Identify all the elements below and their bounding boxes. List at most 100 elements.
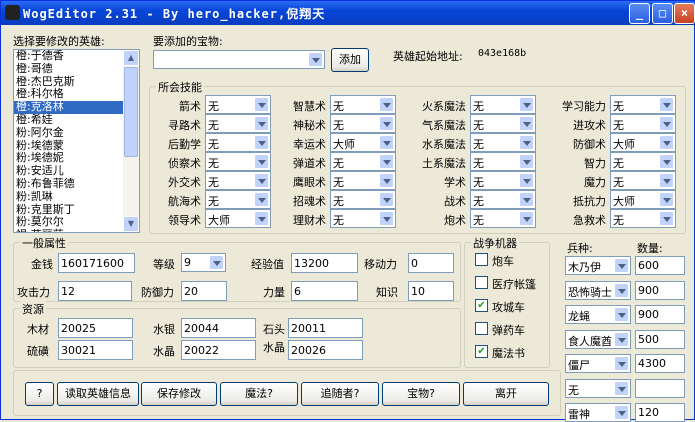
chevron-down-icon[interactable] [254,211,269,226]
skill-level-select[interactable]: 无 [470,133,536,152]
war-machine-checkbox[interactable] [475,322,488,335]
troop-type-select[interactable]: 食人魔酋 [565,329,631,349]
skill-level-select[interactable]: 无 [330,171,396,190]
chevron-down-icon[interactable] [614,405,629,420]
hero-listbox[interactable]: 橙:于德香 橙:哥德 橙:杰巴克斯 橙:科尔格 橙:克洛林 橙:希娃 粉:阿尔金 粉:埃德蒙粉… [13,49,140,233]
skill-level-select[interactable]: 无 [610,171,676,190]
add-treasure-button[interactable]: 添加 [331,48,369,72]
troop-type-select[interactable]: 龙蝇 [565,305,631,324]
scroll-up-icon[interactable]: ▲ [123,50,139,66]
skill-level-select[interactable]: 无 [205,95,271,114]
troop-type-select[interactable]: 僵尸 [565,354,631,373]
chevron-down-icon[interactable] [659,97,674,112]
help-button[interactable]: ? [25,382,54,406]
chevron-down-icon[interactable] [519,97,534,112]
chevron-down-icon[interactable] [254,135,269,150]
troop-count-field[interactable]: 500 [635,329,685,349]
troop-count-field[interactable]: 900 [635,280,685,300]
chevron-down-icon[interactable] [614,331,629,347]
treasure-select[interactable] [153,50,325,69]
read-hero-button[interactable]: 读取英雄信息 [57,382,139,406]
troop-count-field[interactable]: 900 [635,305,685,324]
troop-count-field[interactable]: 120 [635,403,685,422]
gems-field[interactable]: 20026 [288,340,363,360]
chevron-down-icon[interactable] [614,282,629,298]
attack-field[interactable]: 12 [58,281,132,301]
troop-count-field[interactable]: 600 [635,256,685,275]
chevron-down-icon[interactable] [379,154,394,169]
chevron-down-icon[interactable] [614,356,629,371]
skill-level-select[interactable]: 无 [610,209,676,228]
skill-level-select[interactable]: 无 [470,171,536,190]
skill-level-select[interactable]: 大师 [330,133,396,152]
skill-level-select[interactable]: 大师 [610,133,676,152]
war-machine-checkbox[interactable]: ✔ [475,299,488,312]
skill-level-select[interactable]: 无 [330,190,396,209]
chevron-down-icon[interactable] [254,97,269,112]
chevron-down-icon[interactable] [659,211,674,226]
hero-list-item[interactable]: 橙:希娃 [14,113,139,127]
skill-level-select[interactable]: 无 [205,114,271,133]
troop-type-select[interactable]: 无 [565,378,631,398]
troop-type-select[interactable]: 木乃伊 [565,256,631,275]
chevron-down-icon[interactable] [659,135,674,150]
crystal-field[interactable]: 20022 [181,340,256,360]
chevron-down-icon[interactable] [308,52,323,67]
close-button[interactable]: × [674,3,695,24]
scroll-thumb[interactable] [124,67,138,157]
troop-count-field[interactable] [635,378,685,398]
skill-level-select[interactable]: 大师 [610,190,676,209]
skill-level-select[interactable]: 无 [205,171,271,190]
chevron-down-icon[interactable] [519,154,534,169]
chevron-down-icon[interactable] [254,154,269,169]
move-field[interactable]: 0 [408,253,454,273]
skill-level-select[interactable]: 无 [470,190,536,209]
skill-level-select[interactable]: 无 [470,95,536,114]
skill-level-select[interactable]: 无 [330,209,396,228]
chevron-down-icon[interactable] [519,116,534,131]
exit-button[interactable]: 离开 [463,382,549,406]
minimize-button[interactable]: _ [629,3,650,24]
chevron-down-icon[interactable] [519,211,534,226]
gold-field[interactable]: 160171600 [58,253,135,273]
chevron-down-icon[interactable] [659,173,674,188]
chevron-down-icon[interactable] [519,192,534,207]
chevron-down-icon[interactable] [659,116,674,131]
troop-type-select[interactable]: 恐怖骑士 [565,280,631,300]
chevron-down-icon[interactable] [614,258,629,273]
hero-list-scrollbar[interactable]: ▲ ▼ [123,50,139,232]
sulfur-field[interactable]: 30021 [58,340,133,360]
power-field[interactable]: 6 [291,281,358,301]
skill-level-select[interactable]: 无 [205,190,271,209]
troop-type-select[interactable]: 雷神 [565,403,631,422]
war-machine-checkbox[interactable] [475,276,488,289]
skill-level-select[interactable]: 无 [610,114,676,133]
skill-level-select[interactable]: 无 [470,152,536,171]
war-machine-checkbox[interactable] [475,253,488,266]
hero-list-item[interactable]: 橙:于德香 [14,50,139,63]
follower-button[interactable]: 追随者? [301,382,379,406]
defense-field[interactable]: 20 [181,281,227,301]
skill-level-select[interactable]: 无 [470,114,536,133]
skill-level-select[interactable]: 无 [330,95,396,114]
chevron-down-icon[interactable] [659,192,674,207]
chevron-down-icon[interactable] [659,154,674,169]
chevron-down-icon[interactable] [379,211,394,226]
chevron-down-icon[interactable] [254,173,269,188]
chevron-down-icon[interactable] [209,255,224,270]
skill-level-select[interactable]: 无 [470,209,536,228]
skill-level-select[interactable]: 大师 [205,209,271,228]
hero-list-item[interactable]: 橙:哥德 [14,62,139,76]
wood-field[interactable]: 20025 [58,318,133,338]
save-button[interactable]: 保存修改 [141,382,217,406]
hero-list-item[interactable]: 粉:布鲁菲德 [14,177,139,191]
skill-level-select[interactable]: 无 [205,152,271,171]
chevron-down-icon[interactable] [519,173,534,188]
chevron-down-icon[interactable] [379,192,394,207]
chevron-down-icon[interactable] [519,135,534,150]
skill-level-select[interactable]: 无 [330,114,396,133]
chevron-down-icon[interactable] [379,97,394,112]
magic-button[interactable]: 魔法? [220,382,298,406]
troop-count-field[interactable]: 4300 [635,354,685,373]
scroll-down-icon[interactable]: ▼ [123,216,139,232]
